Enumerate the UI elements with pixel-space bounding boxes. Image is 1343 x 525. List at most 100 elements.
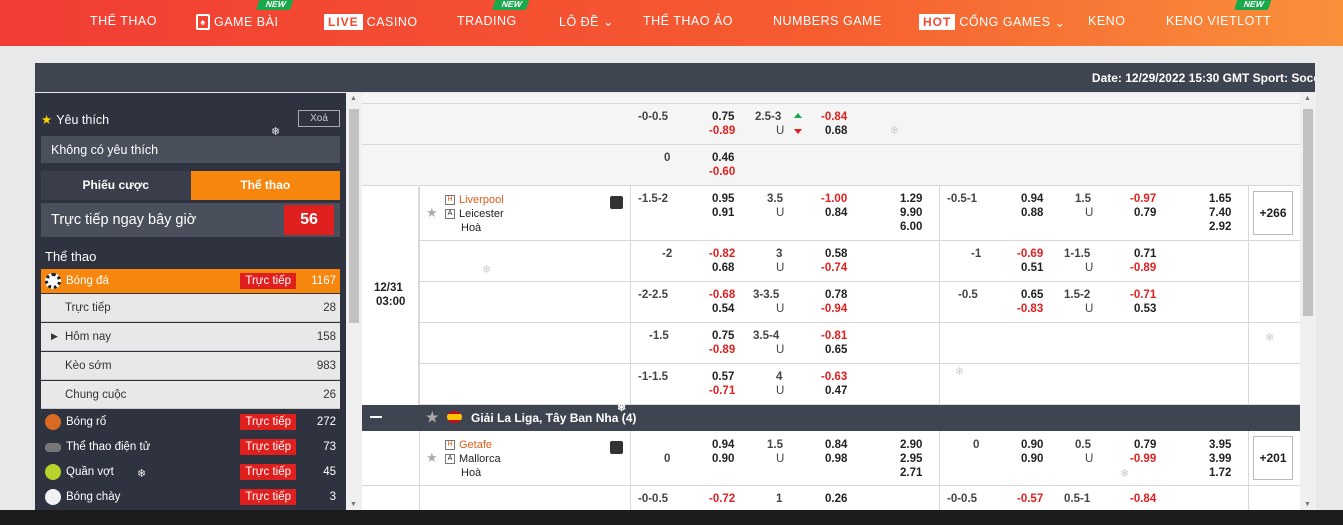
tab-sports[interactable]: Thể thao: [190, 171, 340, 200]
odds-cell[interactable]: 3.95: [1209, 438, 1231, 452]
favorite-star-icon[interactable]: ★: [426, 450, 438, 466]
stats-icon[interactable]: [610, 441, 623, 454]
nav-live-casino[interactable]: LIVE CASINO: [324, 14, 418, 30]
more-bets-button[interactable]: +266: [1253, 191, 1293, 235]
odds-cell[interactable]: 2.90: [900, 438, 922, 452]
live-now-banner[interactable]: Trực tiếp ngay bây giờ 56: [41, 203, 340, 237]
main-scrollbar[interactable]: ▲ ▼: [1300, 93, 1316, 510]
odds-cell[interactable]: 2.95: [900, 452, 922, 466]
nav-sports[interactable]: THỂ THAO: [90, 14, 157, 28]
odds-cell[interactable]: 0.84: [825, 206, 847, 220]
sidebar-item-football[interactable]: Bóng đá Trực tiếp 1167: [41, 269, 340, 293]
sidebar-item-tennis[interactable]: Quần vợt Trực tiếp 45: [41, 460, 340, 484]
away-team[interactable]: A Leicester: [445, 207, 504, 221]
odds-cell[interactable]: 0.78: [825, 288, 847, 302]
home-team[interactable]: H Getafe: [445, 438, 492, 452]
odds-cell[interactable]: 0.95: [712, 192, 734, 206]
odds-cell[interactable]: -0.97: [1130, 192, 1156, 206]
odds-cell[interactable]: -0.63: [821, 370, 847, 384]
away-team[interactable]: A Mallorca: [445, 452, 501, 466]
odds-cell[interactable]: 1.65: [1209, 192, 1231, 206]
more-bets-button[interactable]: +201: [1253, 436, 1293, 480]
odds-cell[interactable]: 0.54: [712, 302, 734, 316]
odds-cell[interactable]: -0.84: [821, 110, 847, 124]
favorite-star-icon[interactable]: ★: [426, 205, 438, 221]
scroll-down-icon[interactable]: ▼: [1304, 501, 1311, 508]
odds-cell[interactable]: 1.72: [1209, 466, 1231, 480]
nav-virtual-sports[interactable]: THỂ THAO ẢO: [643, 14, 733, 28]
odds-cell[interactable]: 0.57: [712, 370, 734, 384]
odds-cell[interactable]: -0.74: [821, 261, 847, 275]
nav-games-portal[interactable]: HOT CỔNG GAMES ⌄: [919, 14, 1065, 30]
scrollbar-thumb[interactable]: [1303, 109, 1313, 316]
odds-cell[interactable]: 0.46: [712, 151, 734, 165]
sidebar-subitem-today[interactable]: ▶ Hôm nay 158: [41, 323, 340, 351]
odds-cell[interactable]: -0.71: [709, 384, 735, 398]
odds-cell[interactable]: 0.88: [1021, 206, 1043, 220]
sidebar-item-baseball[interactable]: Bóng chày Trực tiếp 3: [41, 485, 340, 509]
odds-cell[interactable]: 0.91: [712, 206, 734, 220]
sidebar-subitem-live[interactable]: Trực tiếp 28: [41, 294, 340, 322]
odds-cell[interactable]: -0.72: [709, 492, 735, 506]
odds-cell[interactable]: 0.75: [712, 110, 734, 124]
odds-cell[interactable]: -0.71: [1130, 288, 1156, 302]
scrollbar-thumb[interactable]: [349, 109, 359, 323]
odds-cell[interactable]: 0.71: [1134, 247, 1156, 261]
odds-cell[interactable]: 1.29: [900, 192, 922, 206]
odds-cell[interactable]: -0.68: [709, 288, 735, 302]
nav-keno[interactable]: KENO: [1088, 14, 1125, 28]
odds-cell[interactable]: -0.99: [1130, 452, 1156, 466]
odds-cell[interactable]: 0.79: [1134, 206, 1156, 220]
odds-cell[interactable]: 0.90: [712, 452, 734, 466]
sidebar-subitem-early[interactable]: Kèo sớm 983: [41, 352, 340, 380]
stats-icon[interactable]: [610, 196, 623, 209]
odds-cell[interactable]: 0.75: [712, 329, 734, 343]
odds-cell[interactable]: 0.47: [825, 384, 847, 398]
odds-cell[interactable]: 6.00: [900, 220, 922, 234]
odds-cell[interactable]: -1.00: [821, 192, 847, 206]
home-team[interactable]: H Liverpool: [445, 193, 504, 207]
scroll-up-icon[interactable]: ▲: [1304, 95, 1311, 102]
sidebar-item-basketball[interactable]: Bóng rổ Trực tiếp 272: [41, 410, 340, 434]
nav-numbers-game[interactable]: NUMBERS GAME: [773, 14, 882, 28]
odds-cell[interactable]: -0.57: [1017, 492, 1043, 506]
nav-keno-vietlott[interactable]: KENO VIETLOTT: [1166, 14, 1271, 28]
favorite-star-icon[interactable]: ★: [426, 409, 439, 426]
odds-cell[interactable]: 0.79: [1134, 438, 1156, 452]
odds-cell[interactable]: -0.83: [1017, 302, 1043, 316]
odds-cell[interactable]: 0.94: [1021, 192, 1043, 206]
odds-cell[interactable]: 0.94: [712, 438, 734, 452]
odds-cell[interactable]: 0.90: [1021, 438, 1043, 452]
nav-trading[interactable]: TRADING: [457, 14, 517, 28]
odds-cell[interactable]: -0.89: [709, 124, 735, 138]
sidebar-scrollbar[interactable]: ▲ ▼: [346, 93, 362, 510]
odds-cell[interactable]: 0.53: [1134, 302, 1156, 316]
odds-cell[interactable]: 3.99: [1209, 452, 1231, 466]
odds-cell[interactable]: -0.89: [1130, 261, 1156, 275]
odds-cell[interactable]: 2.92: [1209, 220, 1231, 234]
sidebar-item-esports[interactable]: Thể thao điện tử Trực tiếp 73: [41, 435, 340, 459]
odds-cell[interactable]: -0.94: [821, 302, 847, 316]
odds-cell[interactable]: 0.84: [825, 438, 847, 452]
odds-cell[interactable]: 2.71: [900, 466, 922, 480]
scroll-up-icon[interactable]: ▲: [350, 95, 357, 102]
odds-cell[interactable]: -0.89: [709, 343, 735, 357]
tab-bet-slip[interactable]: Phiếu cược: [41, 171, 191, 200]
scroll-down-icon[interactable]: ▼: [350, 501, 357, 508]
odds-cell[interactable]: -0.60: [709, 165, 735, 179]
sidebar-subitem-final[interactable]: Chung cuộc 26: [41, 381, 340, 409]
odds-cell[interactable]: 0.90: [1021, 452, 1043, 466]
league-header[interactable]: ★ Giải La Liga, Tây Ban Nha (4) ❄: [362, 402, 1300, 431]
odds-cell[interactable]: 0.65: [825, 343, 847, 357]
odds-cell[interactable]: 0.26: [825, 492, 847, 506]
nav-card-games[interactable]: ♠ GAME BÀI: [196, 14, 278, 30]
odds-cell[interactable]: 0.58: [825, 247, 847, 261]
odds-cell[interactable]: -0.84: [1130, 492, 1156, 506]
clear-favorites-button[interactable]: Xoá: [298, 110, 340, 127]
odds-cell[interactable]: 0.65: [1021, 288, 1043, 302]
odds-cell[interactable]: 0.51: [1021, 261, 1043, 275]
odds-cell[interactable]: 0.98: [825, 452, 847, 466]
odds-cell[interactable]: 7.40: [1209, 206, 1231, 220]
odds-cell[interactable]: -0.81: [821, 329, 847, 343]
collapse-icon[interactable]: [370, 416, 382, 418]
